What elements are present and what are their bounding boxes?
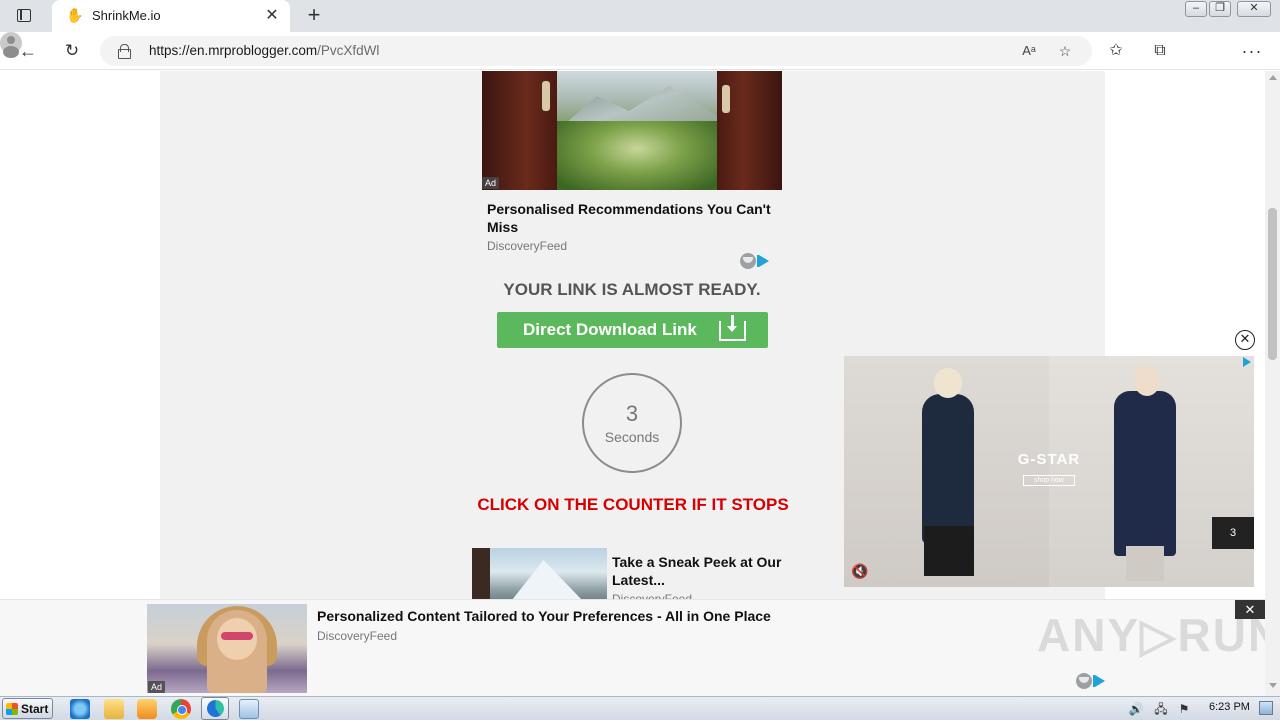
ad-image[interactable]: Ad	[147, 604, 307, 693]
model-figure	[934, 368, 962, 398]
model-figure	[1114, 391, 1176, 556]
volume-icon[interactable]: 🔊	[1128, 701, 1144, 717]
model-figure	[1134, 366, 1160, 396]
collections-icon[interactable]: ⧉	[1149, 41, 1171, 61]
browser-tab-bar: ✋ ShrinkMe.io ✕ + – ❐ ✕	[0, 0, 1280, 32]
page-viewport: Ad Personalised Recommendations You Can'…	[0, 71, 1265, 696]
more-icon[interactable]: ···	[1241, 41, 1263, 61]
video-ad-close-button[interactable]: ✕	[1235, 330, 1255, 350]
windows-taskbar: Start 🔊 🖧 ⚑ 6:23 PM	[0, 696, 1280, 720]
internet-explorer-icon[interactable]	[70, 699, 90, 719]
sticky-ad-close-button[interactable]: ✕	[1235, 600, 1265, 619]
shop-now-button[interactable]: shop now	[1023, 475, 1075, 486]
model-figure	[922, 394, 974, 544]
ad-headline[interactable]: Personalised Recommendations You Can't M…	[487, 200, 772, 236]
browser-tab[interactable]: ✋ ShrinkMe.io ✕	[52, 0, 290, 32]
back-icon[interactable]: ←	[16, 39, 40, 63]
ad-headline[interactable]: Take a Sneak Peek at Our Latest...	[612, 553, 782, 589]
window-maximize-button[interactable]: ❐	[1209, 1, 1231, 17]
address-bar[interactable]: https://en.mrproblogger.com/PvcXfdWl Aᵃ …	[100, 36, 1092, 66]
video-skip-timer: 3	[1212, 517, 1254, 549]
edge-icon[interactable]	[201, 697, 229, 720]
model-figure	[1126, 546, 1164, 581]
mute-icon[interactable]: 🔇	[850, 561, 870, 581]
url-text[interactable]: https://en.mrproblogger.com/PvcXfdWl	[149, 43, 379, 58]
adchoices-icon[interactable]	[1241, 356, 1253, 368]
countdown-value: 3	[625, 401, 639, 426]
site-favicon-icon: ✋	[66, 7, 84, 23]
vertical-scrollbar[interactable]	[1265, 71, 1280, 696]
file-explorer-icon[interactable]	[104, 699, 124, 719]
lock-icon[interactable]	[118, 44, 131, 59]
action-center-flag-icon[interactable]: ⚑	[1176, 701, 1192, 717]
show-desktop-button[interactable]	[1259, 701, 1273, 715]
reload-icon[interactable]: ↻	[60, 39, 84, 63]
adchoices-icon[interactable]	[740, 253, 772, 269]
countdown-unit: Seconds	[604, 429, 660, 445]
download-icon	[719, 315, 746, 341]
address-toolbar: ← ↻ https://en.mrproblogger.com/PvcXfdWl…	[0, 32, 1280, 70]
ad-badge: Ad	[482, 177, 500, 189]
window-minimize-button[interactable]: –	[1185, 1, 1207, 17]
ad-source[interactable]: DiscoveryFeed	[487, 239, 567, 253]
favorites-icon[interactable]: ✩	[1105, 41, 1127, 61]
click-counter-notice: CLICK ON THE COUNTER IF IT STOPS	[477, 495, 789, 514]
media-player-icon[interactable]	[137, 699, 157, 719]
video-ad-brand: G-STAR	[1017, 451, 1081, 468]
tab-title: ShrinkMe.io	[92, 8, 161, 23]
start-button[interactable]: Start	[2, 698, 53, 719]
adchoices-icon[interactable]	[1076, 673, 1108, 689]
direct-download-button[interactable]: Direct Download Link	[497, 312, 768, 348]
ad-badge: Ad	[148, 681, 166, 693]
start-label: Start	[21, 702, 49, 716]
read-aloud-icon[interactable]: Aᵃ	[1019, 41, 1039, 61]
countdown-counter[interactable]: 3 Seconds	[582, 373, 682, 473]
tab-actions-icon[interactable]	[10, 7, 38, 25]
sticky-bottom-ad[interactable]: Ad Personalized Content Tailored to Your…	[0, 599, 1265, 696]
chrome-icon[interactable]	[171, 699, 191, 719]
ad-image[interactable]: Ad	[482, 71, 782, 190]
ad-headline[interactable]: Personalized Content Tailored to Your Pr…	[317, 608, 771, 624]
anyrun-watermark: ANY▷RUN	[1037, 609, 1265, 661]
new-tab-button[interactable]: +	[302, 4, 326, 28]
add-favorite-icon[interactable]: ☆	[1055, 41, 1075, 61]
model-figure	[924, 526, 974, 576]
scroll-down-icon[interactable]	[1269, 683, 1277, 688]
native-ad-top[interactable]: Ad Personalised Recommendations You Can'…	[482, 71, 782, 271]
network-icon[interactable]: 🖧	[1153, 701, 1169, 717]
windows-logo-icon	[6, 703, 18, 715]
tab-close-icon[interactable]: ✕	[264, 6, 280, 26]
taskbar-clock[interactable]: 6:23 PM	[1209, 701, 1250, 713]
window-close-button[interactable]: ✕	[1237, 1, 1271, 17]
video-ad[interactable]: G-STAR shop now 🔇 3	[844, 356, 1254, 587]
scroll-up-icon[interactable]	[1269, 75, 1277, 80]
ad-source[interactable]: DiscoveryFeed	[317, 629, 397, 643]
download-button-label: Direct Download Link	[523, 320, 697, 339]
link-ready-heading: YOUR LINK IS ALMOST READY.	[503, 280, 761, 299]
notepad-icon[interactable]	[239, 699, 259, 719]
scroll-thumb[interactable]	[1268, 208, 1277, 360]
